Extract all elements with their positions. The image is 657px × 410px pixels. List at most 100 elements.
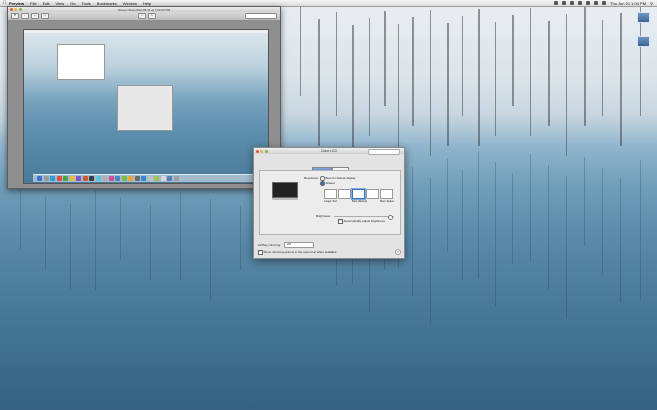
volume-icon[interactable] bbox=[594, 1, 599, 5]
option-best-retina[interactable]: Best (Retina) bbox=[352, 189, 368, 203]
auto-brightness-label: Automatically adjust brightness bbox=[343, 219, 385, 224]
tree-trunk bbox=[462, 16, 463, 116]
tree-reflection bbox=[150, 205, 151, 280]
option-label: Larger Text bbox=[324, 199, 337, 203]
airplay-value: Off bbox=[287, 242, 291, 246]
tree-trunk bbox=[300, 6, 301, 96]
tree-reflection bbox=[447, 159, 448, 252]
annotate-button[interactable]: ✎ bbox=[148, 13, 156, 19]
spotlight-icon[interactable]: ⚲ bbox=[650, 1, 653, 6]
wifi-icon[interactable] bbox=[586, 1, 591, 5]
status-icon-4[interactable] bbox=[578, 1, 583, 5]
radio-selected-icon bbox=[320, 181, 325, 186]
desktop-icon-screenshot-2[interactable] bbox=[636, 36, 650, 47]
scaled-radio[interactable]: Scaled bbox=[320, 181, 335, 186]
menu-help[interactable]: Help bbox=[143, 1, 151, 6]
tree-trunk bbox=[430, 10, 431, 156]
dock-app-icon bbox=[108, 176, 114, 181]
search-input[interactable] bbox=[245, 13, 277, 19]
tree-reflection bbox=[20, 190, 21, 250]
tree-trunk bbox=[447, 23, 449, 146]
menu-tools[interactable]: Tools bbox=[81, 1, 90, 6]
share-button[interactable]: ↗ bbox=[41, 13, 49, 19]
screenshot-image bbox=[23, 29, 269, 184]
preview-titlebar[interactable]: Screen Shot 2012-06-21 at 1:03:29 PM bbox=[8, 7, 280, 12]
tree-trunk bbox=[566, 14, 567, 156]
dock-app-icon bbox=[102, 176, 107, 181]
tree-reflection bbox=[620, 179, 621, 302]
airplay-select[interactable]: Off bbox=[284, 242, 314, 248]
status-icon-2[interactable] bbox=[562, 1, 567, 5]
tree-trunk bbox=[369, 18, 370, 136]
menu-file[interactable]: File bbox=[30, 1, 36, 6]
tree-reflection bbox=[210, 199, 211, 300]
screenshot-prefs-window bbox=[117, 85, 173, 131]
brightness-slider-track[interactable] bbox=[334, 215, 394, 217]
tree-reflection bbox=[478, 151, 479, 278]
tree-trunk bbox=[318, 19, 320, 146]
option-larger-text[interactable]: Larger Text bbox=[324, 189, 337, 203]
tree-reflection bbox=[566, 176, 567, 318]
radio-icon bbox=[320, 176, 325, 181]
menu-edit[interactable]: Edit bbox=[43, 1, 50, 6]
dock-app-icon bbox=[82, 176, 88, 181]
menu-go[interactable]: Go bbox=[70, 1, 75, 6]
option-label: More Space bbox=[380, 199, 394, 203]
desktop-icon-screenshot-1[interactable] bbox=[636, 12, 650, 23]
menu-extras: Thu Jun 21 1:04 PM ⚲ bbox=[554, 1, 657, 6]
status-icon-1[interactable] bbox=[554, 1, 559, 5]
dock-app-icon bbox=[147, 176, 153, 181]
menu-view[interactable]: View bbox=[55, 1, 64, 6]
sidebar-toggle-button[interactable]: ☰ bbox=[11, 13, 19, 19]
dock-app-icon bbox=[160, 176, 166, 181]
best-retina-radio[interactable]: Best for Retina display bbox=[320, 176, 356, 181]
dock-app-icon bbox=[167, 176, 172, 181]
tree-trunk bbox=[620, 13, 622, 146]
menu-bookmarks[interactable]: Bookmarks bbox=[97, 1, 117, 6]
battery-icon[interactable] bbox=[602, 1, 607, 5]
status-icon-3[interactable] bbox=[570, 1, 575, 5]
tree-reflection bbox=[512, 173, 513, 264]
dock-app-icon bbox=[173, 176, 179, 181]
show-mirroring-label: Show mirroring options in the menu bar w… bbox=[263, 250, 337, 255]
screenshot-blank-window bbox=[57, 44, 105, 80]
tree-trunk bbox=[548, 21, 550, 126]
displays-prefs-window: Color LCD Display Color Resolution: Best… bbox=[253, 147, 405, 259]
tree-reflection bbox=[45, 197, 46, 270]
tree-trunk bbox=[352, 25, 354, 166]
tree-reflection bbox=[412, 167, 413, 296]
option-label: Best (Retina) bbox=[352, 199, 368, 203]
show-mirroring-checkbox[interactable]: ✓ Show mirroring options in the menu bar … bbox=[258, 250, 337, 255]
help-button[interactable]: ? bbox=[395, 249, 401, 255]
brightness-label: Brightness: bbox=[316, 214, 332, 218]
menu-app-preview[interactable]: Preview bbox=[9, 1, 24, 6]
checkmark-icon: ✓ bbox=[338, 219, 343, 224]
tree-trunk bbox=[530, 8, 531, 136]
best-retina-label: Best for Retina display bbox=[325, 176, 356, 181]
option-4[interactable] bbox=[366, 189, 379, 200]
zoom-in-button[interactable]: + bbox=[31, 13, 39, 19]
tree-reflection bbox=[430, 178, 431, 324]
auto-brightness-checkbox[interactable]: ✓ Automatically adjust brightness bbox=[338, 219, 385, 224]
tree-reflection bbox=[584, 157, 585, 246]
select-tool-button[interactable]: □ bbox=[138, 13, 146, 19]
tree-trunk bbox=[512, 15, 514, 106]
tree-reflection bbox=[180, 192, 181, 280]
zoom-out-button[interactable]: − bbox=[21, 13, 29, 19]
brightness-slider-knob[interactable] bbox=[388, 214, 393, 220]
menu-window[interactable]: Window bbox=[123, 1, 137, 6]
dock-app-icon bbox=[69, 176, 75, 181]
menu-clock[interactable]: Thu Jun 21 1:04 PM bbox=[610, 1, 646, 6]
tree-trunk bbox=[412, 17, 414, 126]
option-2[interactable] bbox=[338, 189, 351, 200]
option-more-space[interactable]: More Space bbox=[380, 189, 394, 203]
checkmark-icon: ✓ bbox=[258, 250, 263, 255]
screenshot-menubar bbox=[24, 30, 268, 33]
tree-trunk bbox=[478, 9, 480, 146]
tree-reflection bbox=[70, 204, 71, 290]
dock-app-icon bbox=[76, 176, 81, 181]
dock-app-icon bbox=[141, 176, 146, 181]
dock-app-icon bbox=[43, 176, 49, 181]
dock-app-icon bbox=[95, 176, 101, 181]
prefs-search-field[interactable] bbox=[368, 149, 400, 155]
